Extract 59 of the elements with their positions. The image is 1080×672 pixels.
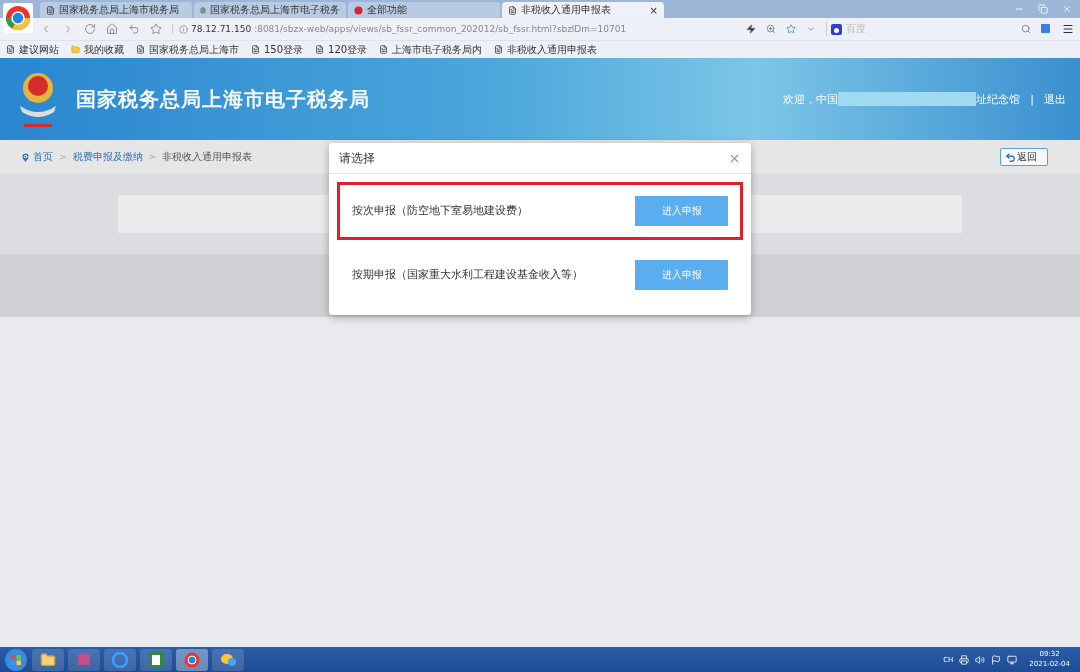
caret-icon[interactable] bbox=[806, 24, 816, 34]
page-icon bbox=[251, 45, 260, 54]
page-icon bbox=[6, 45, 15, 54]
search-icon[interactable] bbox=[1021, 24, 1031, 34]
bookmark[interactable]: 150登录 bbox=[251, 42, 304, 57]
page-icon bbox=[315, 45, 325, 54]
browser-tab[interactable]: 全部功能 bbox=[348, 2, 500, 18]
home-icon[interactable] bbox=[106, 23, 118, 35]
restore-icon[interactable] bbox=[1038, 4, 1048, 14]
page-icon bbox=[136, 45, 145, 54]
page-icon bbox=[200, 5, 206, 15]
location-pin-icon bbox=[20, 151, 31, 163]
bookmark[interactable]: 120登录 bbox=[315, 42, 368, 57]
breadcrumb-separator: > bbox=[59, 152, 67, 162]
page-icon bbox=[379, 45, 389, 54]
bookmark[interactable]: 我的收藏 bbox=[71, 42, 124, 57]
bookmark[interactable]: 非税收入通用申报表 bbox=[494, 42, 598, 57]
chat-icon[interactable] bbox=[212, 648, 244, 671]
welcome-text: 址纪念馆 bbox=[976, 91, 1021, 107]
breadcrumb-link[interactable]: 税费申报及缴纳 bbox=[72, 150, 143, 164]
dialog-title: 请选择 bbox=[339, 150, 375, 166]
bookmark[interactable]: 建议网站 bbox=[6, 42, 59, 57]
bookmark[interactable]: 国家税务总局上海市 bbox=[136, 42, 239, 57]
emblem-icon bbox=[354, 5, 363, 15]
info-icon[interactable] bbox=[179, 24, 188, 34]
star-icon[interactable] bbox=[786, 24, 796, 34]
network-icon[interactable] bbox=[1007, 654, 1018, 665]
undo-icon[interactable] bbox=[128, 23, 140, 35]
return-arrow-icon bbox=[1005, 151, 1016, 163]
start-button-icon[interactable] bbox=[4, 647, 28, 672]
paw-logo-icon bbox=[831, 23, 842, 35]
speaker-icon[interactable] bbox=[975, 654, 986, 665]
page-icon bbox=[46, 5, 55, 15]
folder-icon bbox=[71, 45, 80, 54]
breadcrumb-link[interactable]: 非税收入通用申报表 bbox=[162, 150, 253, 164]
separator-text: | bbox=[1030, 92, 1034, 106]
page-icon bbox=[494, 45, 504, 54]
folder-icon[interactable] bbox=[32, 648, 64, 671]
option-label: 按次申报（防空地下室易地建设费） bbox=[352, 204, 528, 218]
zoom-icon[interactable] bbox=[766, 24, 776, 34]
lightning-icon[interactable] bbox=[746, 24, 756, 34]
bookmark[interactable]: 上海市电子税务局内 bbox=[379, 42, 483, 57]
star-icon[interactable] bbox=[150, 23, 162, 35]
flag-icon[interactable] bbox=[991, 654, 1002, 665]
menu-icon[interactable] bbox=[1062, 23, 1074, 35]
option-label: 按期申报（国家重大水利工程建设基金收入等） bbox=[352, 268, 583, 282]
browser-tab[interactable]: 非税收入通用申报表 × bbox=[502, 2, 664, 18]
browser-tab[interactable]: 国家税务总局上海市电子税务 bbox=[194, 2, 346, 18]
site-title: 国家税务总局上海市电子税务局 bbox=[76, 85, 370, 113]
breadcrumb-separator: > bbox=[148, 152, 157, 162]
back-button[interactable]: 返回 bbox=[1000, 148, 1048, 166]
browser-logo-icon[interactable] bbox=[3, 3, 33, 33]
browser-tab[interactable]: 国家税务总局上海市税务局 bbox=[40, 2, 192, 18]
reload-icon[interactable] bbox=[84, 23, 96, 35]
close-icon[interactable] bbox=[1062, 4, 1072, 14]
address-field[interactable]: 78.12.71.150 :8081/sbzx-web/apps/views/sb_fssr_common_202012/sb_fssr.html?sbzlDm=10701 bbox=[172, 24, 736, 34]
welcome-text: 欢迎，中国 bbox=[783, 91, 839, 107]
page-icon bbox=[508, 5, 517, 15]
breadcrumb-link[interactable]: 首页 bbox=[20, 150, 53, 164]
